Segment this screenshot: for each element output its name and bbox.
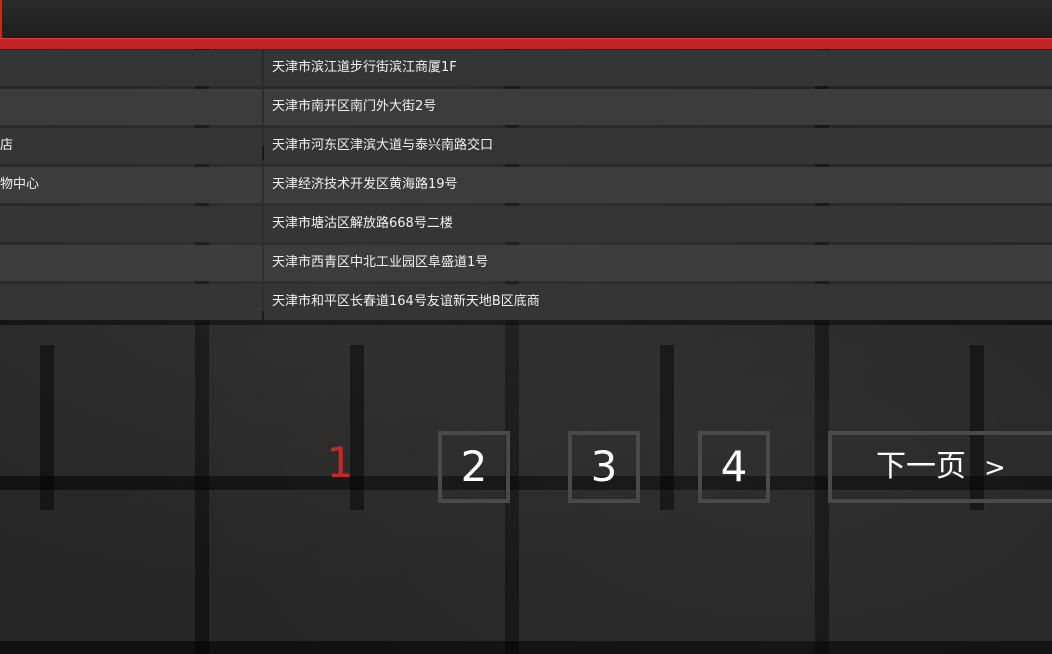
- chevron-right-icon: >: [984, 453, 1006, 483]
- store-address-cell: 天津市塘沽区解放路668号二楼: [264, 206, 1052, 242]
- store-address-cell: 天津市西青区中北工业园区阜盛道1号: [264, 245, 1052, 281]
- store-address-cell: 天津市河东区津滨大道与泰兴南路交口: [264, 128, 1052, 164]
- table-row: 天津市滨江道步行街滨江商厦1F: [0, 50, 1052, 86]
- store-table: 天津市滨江道步行街滨江商厦1F 天津市南开区南门外大街2号 店 天津市河东区津滨…: [0, 50, 1052, 323]
- red-divider-bar: [0, 38, 1052, 49]
- store-name-cell: 物中心: [0, 167, 262, 203]
- table-row: 店 天津市河东区津滨大道与泰兴南路交口: [0, 128, 1052, 164]
- store-address-cell: 天津市和平区长春道164号友谊新天地B区底商: [264, 284, 1052, 320]
- next-page-button[interactable]: 下一页 >: [828, 431, 1052, 503]
- next-page-label: 下一页: [876, 449, 966, 484]
- table-row: 天津市南开区南门外大街2号: [0, 89, 1052, 125]
- table-row: 天津市塘沽区解放路668号二楼: [0, 206, 1052, 242]
- store-name-cell: [0, 50, 262, 86]
- banner-accent-edge: [0, 0, 2, 38]
- store-address-cell: 天津经济技术开发区黄海路19号: [264, 167, 1052, 203]
- page-2-link[interactable]: 2: [438, 431, 510, 503]
- pagination: 1 2 3 4 下一页 >: [0, 430, 1052, 510]
- store-address-cell: 天津市南开区南门外大街2号: [264, 89, 1052, 125]
- page-4-link[interactable]: 4: [698, 431, 770, 503]
- table-row: 物中心 天津经济技术开发区黄海路19号: [0, 167, 1052, 203]
- store-name: 店: [0, 138, 14, 153]
- store-name-cell: [0, 245, 262, 281]
- store-name: 物中心: [0, 177, 40, 192]
- store-address-cell: 天津市滨江道步行街滨江商厦1F: [264, 50, 1052, 86]
- table-row: 天津市和平区长春道164号友谊新天地B区底商: [0, 284, 1052, 320]
- store-name-cell: [0, 284, 262, 320]
- store-name-cell: [0, 89, 262, 125]
- header-banner: [0, 0, 1052, 38]
- page-1-link[interactable]: 1: [304, 431, 376, 503]
- page-3-link[interactable]: 3: [568, 431, 640, 503]
- store-name-cell: [0, 206, 262, 242]
- table-row: 天津市西青区中北工业园区阜盛道1号: [0, 245, 1052, 281]
- store-name-cell: 店: [0, 128, 262, 164]
